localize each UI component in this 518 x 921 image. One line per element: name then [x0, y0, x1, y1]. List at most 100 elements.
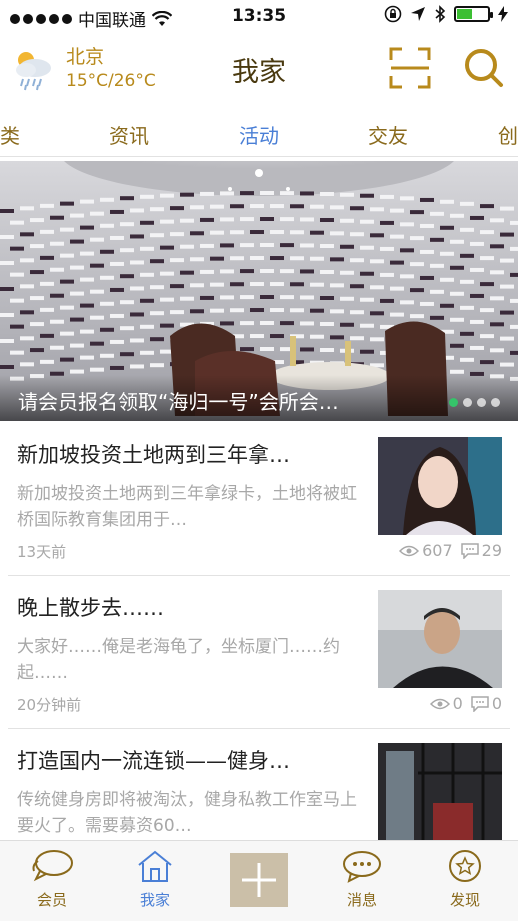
wine-rack-shelf	[290, 308, 304, 313]
tab-events[interactable]: 活动	[239, 120, 279, 149]
wine-rack-shelf	[370, 285, 384, 290]
wine-rack-shelf	[140, 350, 154, 355]
wine-rack-shelf	[460, 201, 474, 206]
wine-rack-shelf	[450, 213, 464, 218]
wine-rack-shelf	[200, 295, 214, 300]
wine-rack-shelf	[140, 298, 154, 303]
wine-rack-shelf	[360, 271, 374, 276]
wine-rack-shelf	[150, 233, 164, 238]
add-post-button[interactable]	[230, 853, 288, 907]
wine-rack-shelf	[480, 256, 494, 261]
wine-rack-shelf	[270, 230, 284, 235]
feed-item-summary: 大家好……俺是老海龟了，坐标厦门……约起……	[17, 637, 340, 683]
wine-rack-shelf	[280, 217, 294, 222]
wine-rack-shelf	[100, 275, 114, 280]
wine-rack-shelf	[240, 191, 254, 196]
tab-startup[interactable]: 创	[498, 120, 518, 149]
wine-rack-shelf	[470, 241, 484, 246]
wine-rack-shelf	[470, 293, 484, 298]
feed-item[interactable]: 晚上散步去…… 大家好……俺是老海龟了，坐标厦门……约起…… 20分钟前 0 0	[0, 576, 518, 728]
wine-rack-shelf	[40, 359, 54, 364]
tab-news[interactable]: 资讯	[109, 120, 149, 149]
wine-rack-shelf	[500, 336, 514, 341]
wine-rack-shelf	[310, 230, 324, 235]
wine-rack-shelf	[360, 323, 374, 328]
wine-rack-shelf	[350, 206, 364, 211]
tabbar-label: 会员	[36, 891, 67, 909]
wine-rack-shelf	[420, 301, 434, 306]
wine-rack-shelf	[330, 205, 344, 210]
wine-rack-shelf	[190, 257, 204, 262]
wine-rack-shelf	[110, 209, 124, 214]
wine-rack-shelf	[380, 220, 394, 225]
wine-rack-shelf	[390, 312, 404, 317]
search-button[interactable]	[462, 46, 506, 90]
wine-rack-shelf	[170, 232, 184, 237]
wine-rack-shelf	[510, 298, 518, 303]
plus-icon	[242, 863, 276, 897]
view-count: 607	[422, 541, 453, 560]
wine-rack-shelf	[360, 349, 374, 354]
wine-rack-shelf	[50, 241, 64, 246]
wine-rack-shelf	[430, 237, 444, 242]
wine-rack-shelf	[250, 256, 264, 261]
wine-rack-shelf	[300, 269, 314, 274]
wine-rack-shelf	[430, 315, 444, 320]
wine-rack-shelf	[250, 204, 264, 209]
scan-button[interactable]	[388, 46, 432, 90]
wine-rack-shelf	[390, 286, 404, 291]
wine-rack-shelf	[70, 317, 84, 322]
wine-rack-shelf	[340, 322, 354, 327]
wine-rack-shelf	[260, 191, 274, 196]
wine-rack-shelf	[320, 321, 334, 326]
tab-category[interactable]: 类	[0, 120, 20, 149]
wine-rack-shelf	[170, 206, 184, 211]
wine-rack-shelf	[470, 215, 484, 220]
tabbar-item-members[interactable]: 会员	[12, 849, 92, 910]
banner-page-indicator	[449, 398, 500, 407]
wine-rack-shelf	[40, 333, 54, 338]
feed-item[interactable]: 新加坡投资土地两到三年拿… 新加坡投资土地两到三年拿绿卡，土地将被虹桥国际教育集…	[0, 423, 518, 575]
wine-rack-shelf	[330, 231, 344, 236]
wine-rack-shelf	[20, 206, 34, 211]
wine-rack-shelf	[370, 233, 384, 238]
wine-rack-shelf	[20, 258, 34, 263]
wine-rack-shelf	[120, 300, 134, 305]
tabbar-item-messages[interactable]: 消息	[322, 849, 402, 910]
wine-rack-shelf	[230, 204, 244, 209]
wine-rack-shelf	[190, 309, 204, 314]
tabbar-label: 发现	[449, 891, 480, 909]
wine-rack-shelf	[200, 191, 214, 196]
wine-rack-shelf	[80, 303, 94, 308]
wine-rack-shelf	[30, 270, 44, 275]
wine-rack-shelf	[370, 337, 384, 342]
scan-icon	[389, 47, 431, 89]
banner-carousel[interactable]: 请会员报名领取“海归一号”会所会…	[0, 161, 518, 421]
wine-rack-shelf	[130, 312, 144, 317]
tab-social[interactable]: 交友	[368, 120, 408, 149]
wine-rack-shelf	[30, 244, 44, 249]
wine-rack-shelf	[180, 270, 194, 275]
wine-rack-shelf	[170, 284, 184, 289]
feed-item-summary: 新加坡投资土地两到三年拿绿卡，土地将被虹桥国际教育集团用于…	[17, 484, 357, 530]
rotation-lock-icon	[384, 5, 402, 23]
wine-rack-shelf	[120, 352, 134, 357]
wine-rack-shelf	[240, 217, 254, 222]
wine-rack-shelf	[110, 313, 124, 318]
wine-rack-shelf	[40, 229, 54, 234]
wine-rack-shelf	[460, 357, 474, 362]
wine-rack-shelf	[340, 192, 354, 197]
wine-rack-shelf	[410, 236, 424, 241]
wine-rack-shelf	[110, 287, 124, 292]
wine-rack-shelf	[500, 284, 514, 289]
wine-rack-shelf	[410, 210, 424, 215]
wine-rack-shelf	[460, 305, 474, 310]
feed-item-summary: 传统健身房即将被淘汰，健身私教工作室马上要火了。需要募资60…	[17, 790, 357, 836]
wine-rack-shelf	[220, 321, 234, 326]
wine-rack-shelf	[10, 298, 24, 303]
tabbar-item-home[interactable]: 我家	[115, 849, 195, 910]
wine-rack-shelf	[140, 220, 154, 225]
tabbar-item-discover[interactable]: 发现	[425, 849, 505, 910]
wine-rack-shelf	[330, 283, 344, 288]
wine-rack-shelf	[240, 243, 254, 248]
